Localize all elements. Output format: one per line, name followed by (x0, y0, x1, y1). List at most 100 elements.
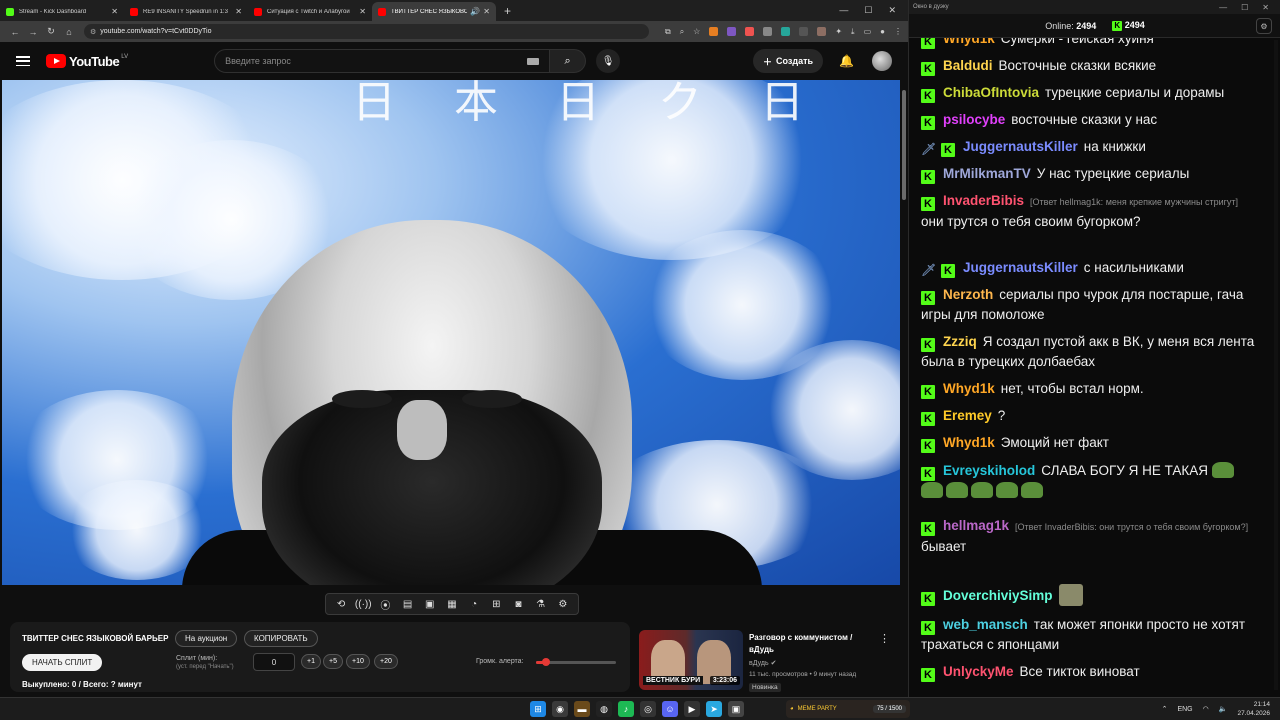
chat-username[interactable]: JuggernautsKiller (963, 139, 1078, 154)
profile-icon[interactable]: ● (880, 27, 885, 36)
url-field[interactable]: ⚙ youtube.com/watch?v=tCvt0DDyTio (84, 24, 649, 39)
increment-button[interactable]: +1 (301, 654, 321, 669)
chat-settings-icon[interactable]: ⚙ (1256, 18, 1272, 34)
screenshot-icon[interactable]: ◙ (509, 599, 527, 610)
close-window-icon[interactable]: ✕ (888, 5, 896, 16)
increment-button[interactable]: +5 (323, 654, 343, 669)
volume-knob[interactable] (541, 658, 550, 666)
picture-in-picture-icon[interactable]: ▣ (421, 599, 439, 610)
browser-tab[interactable]: RE9 INSANITY Speedrun in 1:3 ✕ (124, 2, 248, 21)
steam-icon[interactable]: ◍ (596, 701, 612, 717)
chat-username[interactable]: hellmag1k (943, 518, 1009, 533)
increment-button[interactable]: +20 (374, 654, 398, 669)
chat-username[interactable]: Evreyskiholod (943, 463, 1035, 478)
chat-username[interactable]: Whyd1k (943, 381, 995, 396)
chat-username[interactable]: Eremey (943, 408, 992, 423)
chat-username[interactable]: DoverchiviySimp (943, 588, 1053, 603)
meme-party-widget[interactable]: ◕ MEME PARTY 75 / 1500 (786, 700, 910, 718)
add-screen-icon[interactable]: ⊞ (487, 599, 505, 610)
extension-icon[interactable] (745, 27, 755, 36)
recommended-video[interactable]: ВЕСТНИК БУРИ 3:23:06 Разговор с коммунис… (639, 630, 901, 692)
create-button[interactable]: ＋ Создать (753, 49, 824, 73)
chat-username[interactable]: Whyd1k (943, 435, 995, 450)
home-icon[interactable]: ⌂ (60, 27, 78, 37)
close-tab-icon[interactable]: ✕ (235, 7, 242, 16)
chat-scrollbar[interactable] (1274, 40, 1278, 690)
video-thumbnail[interactable]: ВЕСТНИК БУРИ 3:23:06 (639, 630, 743, 690)
close-window-icon[interactable]: ✕ (1262, 3, 1269, 12)
search-input[interactable]: Введите запрос (214, 49, 551, 73)
language-indicator[interactable]: ENG (1177, 706, 1192, 713)
zoom-icon[interactable]: ⌕ (680, 27, 684, 37)
page-scrollbar[interactable] (901, 80, 907, 697)
extension-icon[interactable] (727, 27, 737, 36)
start-split-button[interactable]: НАЧАТЬ СПЛИТ (22, 654, 103, 671)
broadcast-icon[interactable]: ((·)) (354, 599, 372, 610)
chrome-icon[interactable]: ◉ (552, 701, 568, 717)
recommended-title[interactable]: Разговор с коммунистом / вДудь (749, 632, 877, 656)
chat-username[interactable]: Baldudi (943, 58, 993, 73)
extension-icon[interactable] (763, 27, 773, 36)
spotify-icon[interactable]: ♪ (618, 701, 634, 717)
discord-icon[interactable]: ☺ (662, 701, 678, 717)
loop-icon[interactable]: ⟲ (332, 599, 350, 610)
start-windows-icon[interactable]: ⊞ (530, 701, 546, 717)
tray-chevron-icon[interactable]: ⌃ (1162, 705, 1168, 713)
auction-button[interactable]: На аукцион (175, 630, 238, 647)
chat-username[interactable]: ChibaOfIntovia (943, 85, 1039, 100)
avatar[interactable] (872, 51, 892, 71)
site-info-icon[interactable]: ⚙ (90, 28, 96, 36)
extensions-puzzle-icon[interactable]: ✦ (835, 27, 842, 36)
chat-username[interactable]: UnlyckyMe (943, 664, 1014, 679)
chat-username[interactable]: MrMilkmanTV (943, 166, 1031, 181)
chat-username[interactable]: web_mansch (943, 617, 1028, 632)
back-icon[interactable]: ← (6, 27, 24, 37)
clock[interactable]: 21:14 27.04.2026 (1237, 700, 1270, 718)
extension-icon[interactable] (817, 27, 827, 36)
forward-icon[interactable]: → (24, 27, 42, 37)
maximize-icon[interactable]: ☐ (1241, 3, 1248, 12)
telegram-icon[interactable]: ➤ (706, 701, 722, 717)
menu-hamburger-icon[interactable] (16, 56, 30, 66)
film-icon[interactable]: ▤ (399, 599, 417, 610)
gear-icon[interactable]: ⚙ (554, 599, 572, 610)
extension-icon[interactable] (799, 27, 809, 36)
sidepanel-icon[interactable]: ▭ (864, 27, 872, 36)
video-player[interactable]: 日 本 日 ク 日 (2, 80, 900, 585)
extension-icon[interactable] (781, 27, 791, 36)
search-button[interactable]: ⌕ (550, 49, 587, 73)
alert-volume-slider[interactable] (536, 658, 616, 666)
camera-record-icon[interactable]: ⦿ (376, 597, 394, 612)
more-options-icon[interactable]: ⋮ (879, 632, 890, 645)
close-tab-icon[interactable]: ✕ (359, 7, 366, 16)
chat-username[interactable]: psilocybe (943, 112, 1005, 127)
chat-username[interactable]: Zzziq (943, 334, 977, 349)
extension-icon[interactable] (709, 27, 719, 36)
chat-username[interactable]: InvaderBibis (943, 193, 1024, 208)
download-icon[interactable]: ⤓ (851, 27, 855, 37)
chat-username[interactable]: Whyd1k (943, 38, 995, 46)
browser-tab[interactable]: Stream - Kick Dashboard ✕ (0, 2, 124, 21)
browser-tab[interactable]: Ситуация с Twitch и Алабугой ✕ (248, 2, 372, 21)
obs-icon[interactable]: ◎ (640, 701, 656, 717)
maximize-icon[interactable]: ☐ (864, 5, 872, 16)
youtube-logo[interactable]: YouTube LV (46, 54, 128, 69)
speed-icon[interactable]: ◔ (465, 599, 483, 610)
minimize-icon[interactable]: — (1219, 3, 1227, 12)
cinema-icon[interactable]: ▦ (443, 599, 461, 610)
close-tab-icon[interactable]: ✕ (483, 7, 490, 16)
flask-icon[interactable]: ⚗ (532, 599, 550, 610)
new-tab-button[interactable]: + (504, 4, 511, 18)
keyboard-icon[interactable] (527, 57, 540, 65)
bookmark-star-icon[interactable]: ☆ (693, 27, 700, 36)
chat-username[interactable]: Nerzoth (943, 287, 993, 302)
chat-message-list[interactable]: K Whyd1k Сумерки - гейская хуйня K Baldudi Во… (917, 38, 1267, 690)
chat-username[interactable]: JuggernautsKiller (963, 260, 1078, 275)
app-icon[interactable]: ▣ (728, 701, 744, 717)
notifications-bell-icon[interactable]: 🔔 (839, 54, 854, 68)
voice-search-button[interactable]: 🎙 (596, 49, 621, 73)
minimize-icon[interactable]: — (839, 5, 848, 16)
channel-name[interactable]: вДудь ✔ (749, 659, 776, 667)
increment-button[interactable]: +10 (346, 654, 370, 669)
install-icon[interactable]: ⧉ (665, 27, 671, 37)
